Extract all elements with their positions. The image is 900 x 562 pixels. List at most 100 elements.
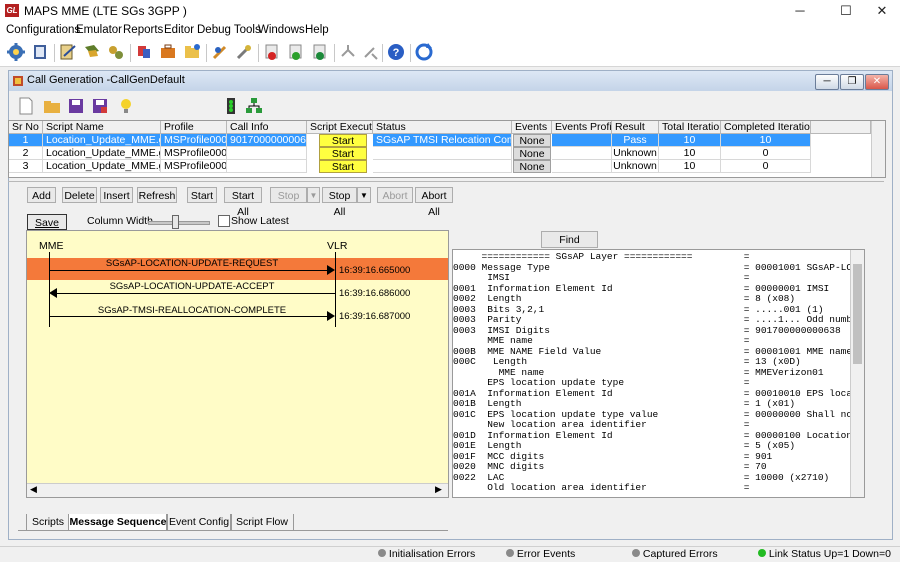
stop-all-dropdown-chevron-icon[interactable]: ▼ [357, 187, 371, 203]
profile-icon[interactable] [134, 42, 154, 62]
child-restore-button[interactable]: ❐ [840, 74, 864, 90]
col-header-total-iterations[interactable]: Total Iterations [659, 121, 721, 134]
slider-handle[interactable] [172, 215, 179, 229]
events-button[interactable]: None [513, 147, 551, 160]
minimize-button[interactable]: ─ [780, 0, 820, 22]
open-folder-icon[interactable] [42, 96, 62, 116]
message-label[interactable]: SGsAP-LOCATION-UPDATE-ACCEPT [49, 281, 335, 292]
show-latest-checkbox[interactable] [218, 215, 230, 227]
delete-button[interactable]: Delete [62, 187, 97, 203]
grid-scrollbar[interactable] [871, 121, 885, 177]
gear-icon[interactable] [6, 42, 26, 62]
status-dot-icon [632, 549, 640, 557]
stop-all-button[interactable]: Stop All [322, 187, 357, 218]
close-button[interactable]: ✕ [862, 0, 900, 22]
col-header-script-execute[interactable]: Script Execut... [307, 121, 373, 134]
stop-dropdown-chevron-icon[interactable]: ▼ [307, 187, 320, 203]
message-label[interactable]: SGsAP-LOCATION-UPDATE-REQUEST [49, 258, 335, 269]
tab-script-flow[interactable]: Script Flow [230, 514, 294, 531]
tab-event-config[interactable]: Event Config [166, 514, 232, 531]
menu-editor[interactable]: Editor [164, 24, 194, 36]
tool-red-icon[interactable] [262, 42, 282, 62]
gear-pair-icon[interactable] [106, 42, 126, 62]
col-header-script-name[interactable]: Script Name [43, 121, 161, 134]
col-header-status[interactable]: Status [373, 121, 512, 134]
pencil-icon[interactable] [210, 42, 230, 62]
maximize-button[interactable]: ☐ [826, 0, 866, 22]
cell-sr-no: 2 [9, 147, 43, 160]
scroll-left-icon[interactable]: ◀ [30, 484, 37, 495]
save-sequence-button[interactable]: Save [27, 214, 67, 230]
find-button[interactable]: Find [541, 231, 598, 248]
refresh-button[interactable]: Refresh [137, 187, 177, 203]
col-header-sr-no[interactable]: Sr No [9, 121, 43, 134]
status-initialisation-errors[interactable]: Initialisation Errors [378, 548, 475, 560]
col-header-completed-iterations[interactable]: Completed Iterations [721, 121, 811, 134]
decode-vertical-scrollbar[interactable] [850, 250, 864, 497]
decode-line: 0002 Length = 8 (x08) [453, 293, 796, 304]
status-captured-errors[interactable]: Captured Errors [632, 548, 718, 560]
col-header-events-profile[interactable]: Events Profile [552, 121, 612, 134]
menu-debug-tools[interactable]: Debug Tools [197, 24, 261, 36]
script-edit-icon[interactable] [58, 42, 78, 62]
col-header-profile[interactable]: Profile [161, 121, 227, 134]
splitter[interactable] [8, 181, 884, 182]
menu-help[interactable]: Help [305, 24, 329, 36]
tool-green2-icon[interactable] [310, 42, 330, 62]
wrench-x-icon[interactable] [360, 42, 380, 62]
scroll-thumb[interactable] [853, 264, 862, 364]
briefcase-icon[interactable] [158, 42, 178, 62]
cell-status [373, 147, 512, 160]
abort-button[interactable]: Abort [377, 187, 413, 203]
menu-configurations[interactable]: Configurations [6, 24, 80, 36]
folder-icon[interactable] [182, 42, 202, 62]
col-header-result[interactable]: Result [612, 121, 659, 134]
column-width-slider[interactable] [148, 221, 210, 225]
menu-windows[interactable]: Windows [258, 24, 305, 36]
events-button[interactable]: None [513, 160, 551, 173]
start-all-button[interactable]: Start All [224, 187, 262, 218]
col-header-call-info[interactable]: Call Info [227, 121, 307, 134]
table-row[interactable]: 3 Location_Update_MME.gls MSProfile0003 … [9, 160, 871, 173]
message-label[interactable]: SGsAP-TMSI-REALLOCATION-COMPLETE [49, 305, 335, 316]
flag-icon[interactable] [82, 42, 102, 62]
toolbar-separator [130, 44, 131, 62]
bulb-icon[interactable] [116, 96, 136, 116]
message-arrow [49, 270, 329, 271]
start-script-button[interactable]: Start [319, 160, 367, 173]
scroll-right-icon[interactable]: ▶ [435, 484, 442, 495]
table-row[interactable]: 2 Location_Update_MME.gls MSProfile0002 … [9, 147, 871, 160]
traffic-light-icon[interactable] [221, 96, 241, 116]
new-file-icon[interactable] [16, 96, 36, 116]
notebook-icon[interactable] [30, 42, 50, 62]
cell-call-info [227, 147, 307, 160]
tab-message-sequence[interactable]: Message Sequence [68, 514, 168, 531]
start-script-button[interactable]: Start [319, 134, 367, 147]
seq-horizontal-scrollbar[interactable]: ◀ ▶ [27, 483, 448, 497]
insert-button[interactable]: Insert [100, 187, 133, 203]
child-minimize-button[interactable]: ─ [815, 74, 839, 90]
child-close-button[interactable]: ✕ [865, 74, 889, 90]
save-as-icon[interactable] [90, 96, 110, 116]
events-button[interactable]: None [513, 134, 551, 147]
abort-all-button[interactable]: Abort All [415, 187, 453, 218]
start-button[interactable]: Start [187, 187, 217, 203]
table-row[interactable]: 1 Location_Update_MME.gls MSProfile0001 … [9, 134, 871, 147]
status-link-status[interactable]: Link Status Up=1 Down=0 [758, 548, 891, 560]
save-icon[interactable] [66, 96, 86, 116]
tool-green-icon[interactable] [286, 42, 306, 62]
start-script-button[interactable]: Start [319, 147, 367, 160]
help-icon[interactable]: ? [386, 42, 406, 62]
status-error-events[interactable]: Error Events [506, 548, 575, 560]
col-header-events[interactable]: Events [512, 121, 552, 134]
tree-icon[interactable] [244, 96, 264, 116]
menu-emulator[interactable]: Emulator [76, 24, 122, 36]
refresh-icon[interactable] [414, 42, 434, 62]
tab-scripts[interactable]: Scripts [26, 514, 70, 531]
menu-reports[interactable]: Reports [123, 24, 163, 36]
disconnect-icon[interactable] [338, 42, 358, 62]
add-button[interactable]: Add [27, 187, 56, 203]
stop-button[interactable]: Stop [270, 187, 307, 203]
tool-icon[interactable] [234, 42, 254, 62]
cell-script-name: Location_Update_MME.gls [43, 160, 161, 173]
